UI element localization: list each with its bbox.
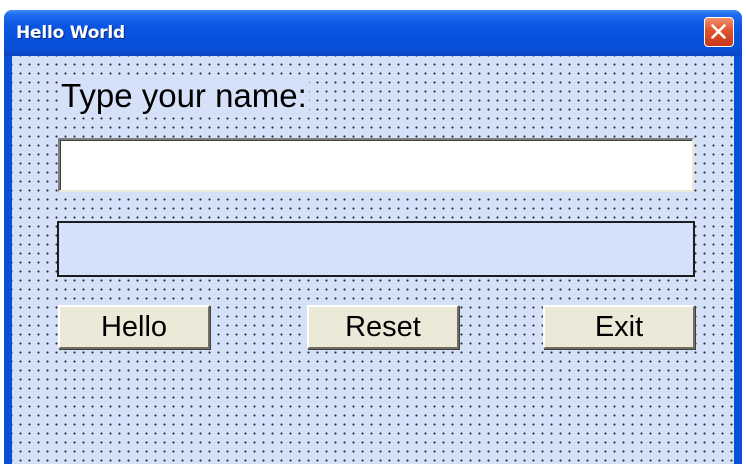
reset-button[interactable]: Reset [307, 305, 459, 349]
hello-button[interactable]: Hello [58, 305, 210, 349]
name-label: Type your name: [59, 76, 309, 116]
greeting-output-box [57, 221, 695, 277]
close-button[interactable] [704, 17, 734, 47]
close-icon [711, 24, 726, 39]
name-input[interactable] [58, 138, 694, 192]
form-client-area: Type your name: Hello Reset Exit [12, 56, 734, 464]
app-window: Hello World Type your name: Hello Reset … [4, 10, 742, 464]
exit-button[interactable]: Exit [543, 305, 695, 349]
window-title: Hello World [16, 23, 126, 43]
title-bar[interactable]: Hello World [4, 10, 742, 56]
